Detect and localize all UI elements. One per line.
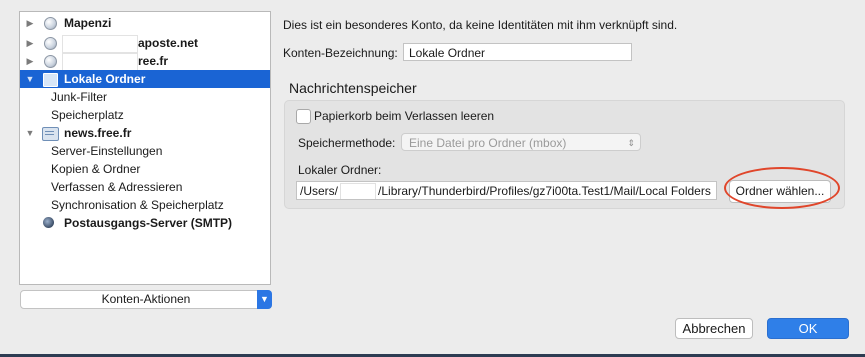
cancel-button[interactable]: Abbrechen bbox=[675, 318, 753, 339]
disclosure-triangle-icon[interactable]: ▶ bbox=[24, 34, 36, 52]
tree-item-label: Verfassen & Adressieren bbox=[51, 180, 183, 194]
newsgroup-icon bbox=[42, 127, 59, 141]
path-prefix: /Users/ bbox=[300, 184, 339, 198]
tree-item-composition[interactable]: Verfassen & Adressieren bbox=[20, 178, 270, 196]
redacted-area bbox=[340, 183, 377, 199]
outgoing-server-icon bbox=[43, 217, 54, 228]
account-actions-button[interactable]: Konten-Aktionen ▼ bbox=[20, 290, 272, 309]
account-tree[interactable]: ▶ Mapenzi ▶ aposte.net ▶ ree.fr ▼ Lokale… bbox=[19, 11, 271, 285]
tree-item-server-settings[interactable]: Server-Einstellungen bbox=[20, 142, 270, 160]
tree-item-junk-filter[interactable]: Junk-Filter bbox=[20, 88, 270, 106]
local-directory-label: Lokaler Ordner: bbox=[298, 163, 382, 177]
disclosure-triangle-open-icon[interactable]: ▼ bbox=[24, 124, 36, 142]
account-label: aposte.net bbox=[138, 36, 199, 50]
tree-account-local-folders[interactable]: ▼ Lokale Ordner bbox=[20, 70, 270, 88]
tree-item-label: Kopien & Ordner bbox=[51, 162, 141, 176]
account-label: Mapenzi bbox=[64, 16, 112, 30]
mail-account-icon bbox=[44, 17, 57, 30]
chevron-down-icon[interactable]: ▼ bbox=[257, 290, 272, 309]
tree-item-label: Synchronisation & Speicherplatz bbox=[51, 198, 224, 212]
mail-account-icon bbox=[44, 55, 57, 68]
highlight-annotation-circle bbox=[724, 167, 840, 209]
path-suffix: /Library/Thunderbird/Profiles/gz7i00ta.T… bbox=[378, 184, 711, 198]
empty-trash-checkbox[interactable] bbox=[296, 109, 311, 124]
empty-trash-label[interactable]: Papierkorb beim Verlassen leeren bbox=[314, 109, 494, 123]
tree-item-label: Server-Einstellungen bbox=[51, 144, 163, 158]
disclosure-triangle-icon[interactable]: ▶ bbox=[24, 14, 36, 32]
redacted-area bbox=[62, 53, 138, 71]
smtp-label: Postausgangs-Server (SMTP) bbox=[64, 216, 233, 230]
storage-method-select: Eine Datei pro Ordner (mbox) ⇕ bbox=[401, 133, 641, 151]
tree-item-label: Junk-Filter bbox=[51, 90, 108, 104]
up-down-chevron-icon: ⇕ bbox=[627, 138, 635, 148]
ok-button[interactable]: OK bbox=[767, 318, 849, 339]
disclosure-triangle-icon[interactable]: ▶ bbox=[24, 52, 36, 70]
tree-item-storage[interactable]: Speicherplatz bbox=[20, 106, 270, 124]
account-label: news.free.fr bbox=[64, 126, 132, 140]
storage-method-value: Eine Datei pro Ordner (mbox) bbox=[409, 136, 567, 150]
local-directory-path-field[interactable]: /Users/ /Library/Thunderbird/Profiles/gz7… bbox=[296, 181, 717, 200]
storage-method-label: Speichermethode: bbox=[298, 136, 396, 150]
account-name-input[interactable]: Lokale Ordner bbox=[403, 43, 632, 61]
tree-account-news[interactable]: ▼ news.free.fr bbox=[20, 124, 270, 142]
tree-account-mapenzi[interactable]: ▶ Mapenzi bbox=[20, 14, 270, 32]
tree-account-laposte[interactable]: ▶ aposte.net bbox=[20, 34, 270, 53]
tree-item-smtp[interactable]: Postausgangs-Server (SMTP) bbox=[20, 214, 270, 232]
message-storage-title: Nachrichtenspeicher bbox=[289, 80, 417, 96]
tree-item-label: Speicherplatz bbox=[51, 108, 124, 122]
disclosure-triangle-open-icon[interactable]: ▼ bbox=[24, 70, 36, 88]
redacted-area bbox=[62, 35, 138, 53]
tree-item-copies-folders[interactable]: Kopien & Ordner bbox=[20, 160, 270, 178]
local-folders-icon bbox=[43, 73, 58, 87]
mail-account-icon bbox=[44, 37, 57, 50]
account-name-label: Konten-Bezeichnung: bbox=[283, 46, 398, 60]
tree-account-free[interactable]: ▶ ree.fr bbox=[20, 52, 270, 71]
account-actions-label: Konten-Aktionen bbox=[101, 292, 191, 306]
account-label: Lokale Ordner bbox=[64, 72, 146, 86]
tree-item-sync-storage[interactable]: Synchronisation & Speicherplatz bbox=[20, 196, 270, 214]
info-text: Dies ist ein besonderes Konto, da keine … bbox=[283, 18, 678, 32]
account-label: ree.fr bbox=[138, 54, 169, 68]
